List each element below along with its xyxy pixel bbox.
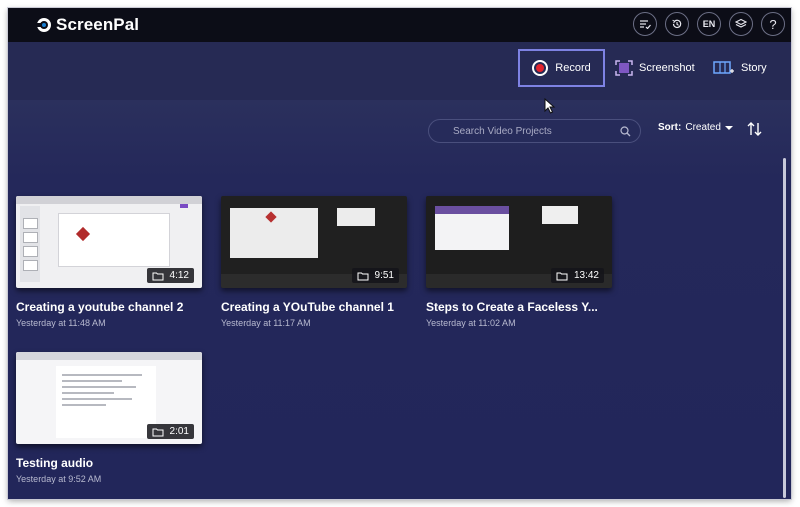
project-thumbnail[interactable]: 13:42 xyxy=(426,196,612,288)
duration-text: 9:51 xyxy=(374,270,394,281)
sort-dropdown[interactable]: Sort: Created xyxy=(658,122,733,133)
project-date: Yesterday at 11:48 AM xyxy=(16,318,106,328)
chevron-down-icon xyxy=(724,125,733,130)
sort-label: Sort: xyxy=(658,122,682,133)
screenshot-label: Screenshot xyxy=(639,62,695,74)
history-icon xyxy=(672,19,682,29)
project-title[interactable]: Creating a youtube channel 2 xyxy=(16,300,204,314)
duration-badge: 2:01 xyxy=(146,424,194,439)
app-window: ScreenPal EN ? Record Screenshot Story S… xyxy=(8,8,791,499)
duration-text: 13:42 xyxy=(573,270,599,281)
folder-icon xyxy=(556,272,568,280)
search-input[interactable] xyxy=(429,124,620,138)
project-date: Yesterday at 11:17 AM xyxy=(221,318,311,328)
sort-direction-button[interactable] xyxy=(746,120,764,143)
capture-toolbar: Record Screenshot Story xyxy=(8,42,791,100)
project-card[interactable]: 9:51 Creating a YOuTube channel 1 Yester… xyxy=(221,196,409,328)
project-thumbnail[interactable]: 4:12 xyxy=(16,196,202,288)
mouse-cursor-icon xyxy=(544,98,556,114)
duration-text: 2:01 xyxy=(169,426,189,437)
app-logo[interactable]: ScreenPal xyxy=(36,14,139,36)
language-button[interactable]: EN xyxy=(697,12,721,36)
project-title[interactable]: Steps to Create a Faceless Y... xyxy=(426,300,614,314)
screenshot-icon xyxy=(615,60,633,76)
record-icon xyxy=(532,60,549,76)
duration-badge: 13:42 xyxy=(550,268,604,283)
screenpal-logo-icon xyxy=(37,18,51,32)
search-box[interactable] xyxy=(428,119,641,143)
story-icon xyxy=(713,61,734,74)
layers-icon xyxy=(735,18,747,28)
project-date: Yesterday at 9:52 AM xyxy=(16,474,102,484)
search-icon[interactable] xyxy=(620,125,631,137)
history-button[interactable] xyxy=(665,12,689,36)
sort-arrows-icon xyxy=(747,122,762,136)
top-bar: ScreenPal EN ? xyxy=(8,8,791,42)
record-label: Record xyxy=(555,62,591,74)
folder-icon xyxy=(152,428,164,436)
screenshot-button[interactable]: Screenshot xyxy=(615,49,695,87)
project-card[interactable]: 4:12 Creating a youtube channel 2 Yester… xyxy=(16,196,204,328)
duration-badge: 9:51 xyxy=(351,268,399,283)
duration-badge: 4:12 xyxy=(146,268,194,283)
checklist-button[interactable] xyxy=(633,12,657,36)
project-card[interactable]: 2:01 Testing audio Yesterday at 9:52 AM xyxy=(16,352,204,484)
project-title[interactable]: Testing audio xyxy=(16,456,204,470)
scrollbar[interactable] xyxy=(783,158,786,498)
project-title[interactable]: Creating a YOuTube channel 1 xyxy=(221,300,409,314)
project-thumbnail[interactable]: 9:51 xyxy=(221,196,407,288)
story-button[interactable]: Story xyxy=(713,49,767,87)
app-name: ScreenPal xyxy=(56,15,140,34)
projects-area: Sort: Created xyxy=(8,100,791,499)
project-thumbnail[interactable]: 2:01 xyxy=(16,352,202,444)
sort-value: Created xyxy=(685,122,721,133)
checklist-icon xyxy=(640,20,651,29)
folder-icon xyxy=(357,272,369,280)
top-icon-group: EN ? xyxy=(633,12,785,36)
project-date: Yesterday at 11:02 AM xyxy=(426,318,516,328)
story-label: Story xyxy=(741,62,767,74)
help-button[interactable]: ? xyxy=(761,12,785,36)
layers-button[interactable] xyxy=(729,12,753,36)
duration-text: 4:12 xyxy=(169,270,189,281)
folder-icon xyxy=(152,272,164,280)
project-card[interactable]: 13:42 Steps to Create a Faceless Y... Ye… xyxy=(426,196,614,328)
record-button[interactable]: Record xyxy=(518,49,605,87)
